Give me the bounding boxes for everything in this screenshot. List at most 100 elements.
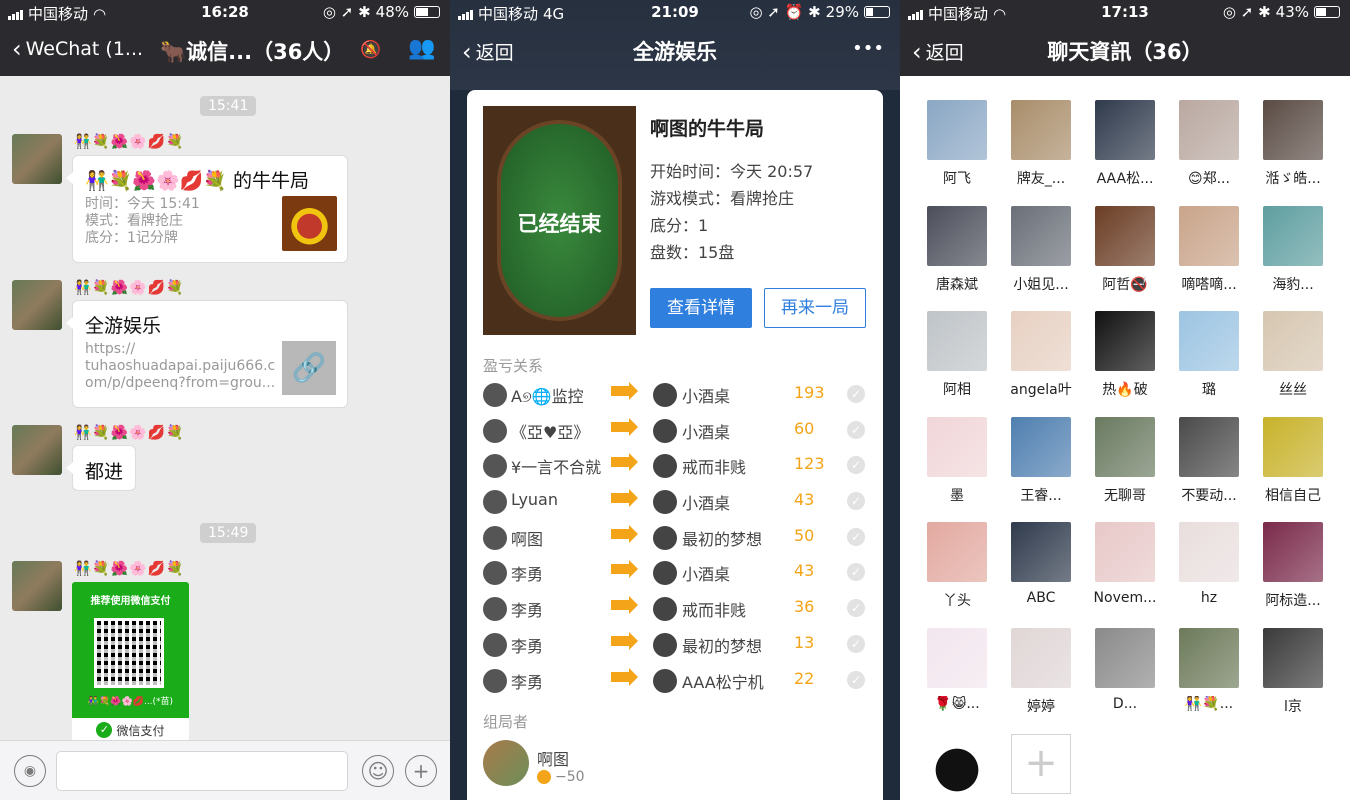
- member-name: 墨: [950, 487, 964, 504]
- member-tile[interactable]: D...: [1090, 628, 1160, 712]
- start-time: 开始时间：今天 20:57: [650, 162, 814, 181]
- play-again-button[interactable]: 再来一局: [764, 288, 866, 328]
- member-tile[interactable]: 👫💐...: [1174, 628, 1244, 712]
- member-tile[interactable]: 嘀嗒嘀...: [1174, 205, 1244, 294]
- amount: 43: [794, 490, 815, 509]
- member-tile[interactable]: 婷婷: [1006, 628, 1076, 716]
- member-tile[interactable]: 阿标造...: [1258, 522, 1328, 610]
- avatar[interactable]: [12, 134, 62, 184]
- member-tile[interactable]: 相信自己: [1258, 416, 1328, 505]
- check-icon[interactable]: ✓: [847, 599, 865, 617]
- check-icon[interactable]: ✓: [847, 385, 865, 403]
- check-icon[interactable]: ✓: [847, 528, 865, 546]
- relation-row: 啊图 最初的梦想 50 ✓: [483, 520, 867, 556]
- member-tile[interactable]: 牌友_...: [1006, 100, 1076, 188]
- pay-owner: 👫💐🌺🌸💋...(*苗): [87, 697, 174, 707]
- member-tile[interactable]: 海豹...: [1258, 205, 1328, 294]
- member-tile[interactable]: 丫头: [922, 522, 992, 610]
- member-name: 丝丝: [1279, 382, 1307, 399]
- arrow-right-icon: [611, 560, 638, 578]
- message-line: om/p/dpeenq?from=grou...: [85, 375, 276, 391]
- bull-thumbnail: [282, 196, 337, 251]
- member-tile[interactable]: ABC: [1006, 522, 1076, 606]
- add-member-button[interactable]: +: [1011, 734, 1071, 794]
- member-tile[interactable]: 不要动...: [1174, 416, 1244, 505]
- avatar: [1179, 100, 1239, 160]
- view-details-button[interactable]: 查看详情: [650, 288, 752, 328]
- member-tile[interactable]: l京: [1258, 628, 1328, 716]
- relation-row: 李勇 最初的梦想 13 ✓: [483, 627, 867, 663]
- member-tile[interactable]: Novem...: [1090, 522, 1160, 606]
- check-icon[interactable]: ✓: [847, 421, 865, 439]
- link-message[interactable]: 全游娱乐 https:// tuhaoshuadapai.paiju666.c …: [66, 300, 348, 408]
- relation-row: 李勇 AAA松宁机 22 ✓: [483, 663, 867, 699]
- payee-name: 戒而非贱: [682, 458, 747, 477]
- member-tile[interactable]: 湉ゞ皓...: [1258, 100, 1328, 188]
- message-input[interactable]: [56, 751, 348, 791]
- check-icon[interactable]: ✓: [847, 671, 865, 689]
- payee-name: 戒而非贱: [682, 601, 747, 620]
- member-tile[interactable]: 王睿...: [1006, 416, 1076, 505]
- member-tile[interactable]: 阿相: [922, 311, 992, 399]
- avatar: [1095, 416, 1155, 477]
- member-tile[interactable]: 阿飞: [922, 100, 992, 188]
- member-name: 相信自己: [1265, 487, 1321, 504]
- avatar: [653, 526, 677, 550]
- bomb-avatar: [927, 734, 987, 794]
- organizer-avatar[interactable]: [483, 740, 529, 786]
- avatar: [927, 205, 987, 266]
- member-tile[interactable]: hz: [1174, 522, 1244, 606]
- avatar[interactable]: [12, 280, 62, 330]
- avatar: [1263, 416, 1323, 477]
- member-tile[interactable]: 墨: [922, 416, 992, 505]
- check-icon[interactable]: ✓: [847, 563, 865, 581]
- member-tile[interactable]: 阿哲🚭: [1090, 205, 1160, 294]
- mute-icon: 🔕: [360, 40, 382, 60]
- arrow-right-icon: [611, 525, 638, 543]
- member-tile[interactable]: 璐: [1174, 311, 1244, 399]
- poker-table-image: 已经结束: [483, 106, 636, 335]
- payee-name: 小酒桌: [682, 387, 731, 406]
- status-icons: ◎ ➚ ✱: [1222, 3, 1271, 21]
- check-icon[interactable]: ✓: [847, 456, 865, 474]
- wechat-pay-qr-message[interactable]: 推荐使用微信支付 👫💐🌺🌸💋...(*苗) ✓ 微信支付: [72, 582, 189, 742]
- plus-icon[interactable]: +: [405, 755, 437, 787]
- game-card-message[interactable]: 👫💐🌺🌸💋💐 的牛牛局 时间：今天 15:41 模式：看牌抢庄 底分：1记分牌: [66, 155, 348, 263]
- member-tile[interactable]: 无聊哥: [1090, 416, 1160, 505]
- member-tile[interactable]: [922, 734, 992, 794]
- battery-icon: [1314, 6, 1340, 18]
- relation-row: 《亞♥亞》 小酒桌 60 ✓: [483, 413, 867, 449]
- member-tile[interactable]: 😊郑...: [1174, 100, 1244, 188]
- amount: 60: [794, 419, 815, 438]
- emoji-icon[interactable]: ☺: [362, 755, 394, 787]
- member-tile[interactable]: angela叶: [1006, 311, 1076, 399]
- member-tile[interactable]: 唐森斌: [922, 205, 992, 294]
- arrow-right-icon: [611, 668, 638, 686]
- avatar: [653, 490, 677, 514]
- avatar: [1263, 628, 1323, 688]
- member-name: 🌹😸...: [934, 696, 980, 712]
- voice-icon[interactable]: ◉: [14, 755, 46, 787]
- member-tile[interactable]: 小姐见...: [1006, 205, 1076, 294]
- group-members-icon[interactable]: 👥: [408, 36, 435, 61]
- relation-row: 李勇 戒而非贱 36 ✓: [483, 591, 867, 627]
- avatar[interactable]: [12, 561, 62, 611]
- check-icon[interactable]: ✓: [847, 635, 865, 653]
- nav-bar: ‹ 返回 聊天資訊（36）: [900, 24, 1350, 76]
- back-button[interactable]: ‹ WeChat (1...: [12, 37, 143, 61]
- member-name: 😊郑...: [1188, 171, 1230, 187]
- message-title: 👫💐🌺🌸💋💐 的牛牛局: [85, 170, 309, 192]
- more-icon[interactable]: •••: [852, 38, 884, 59]
- text-message[interactable]: 都进: [66, 445, 136, 491]
- avatar: [1179, 205, 1239, 266]
- avatar: [483, 383, 507, 407]
- member-tile[interactable]: 🌹😸...: [922, 628, 992, 712]
- member-tile[interactable]: AAA松...: [1090, 100, 1160, 188]
- check-icon[interactable]: ✓: [847, 492, 865, 510]
- avatar[interactable]: [12, 425, 62, 475]
- payer-name: Lyuan: [511, 490, 558, 509]
- arrow-right-icon: [611, 632, 638, 650]
- member-tile[interactable]: 热🔥破: [1090, 311, 1160, 399]
- arrow-right-icon: [611, 382, 638, 400]
- member-tile[interactable]: 丝丝: [1258, 311, 1328, 399]
